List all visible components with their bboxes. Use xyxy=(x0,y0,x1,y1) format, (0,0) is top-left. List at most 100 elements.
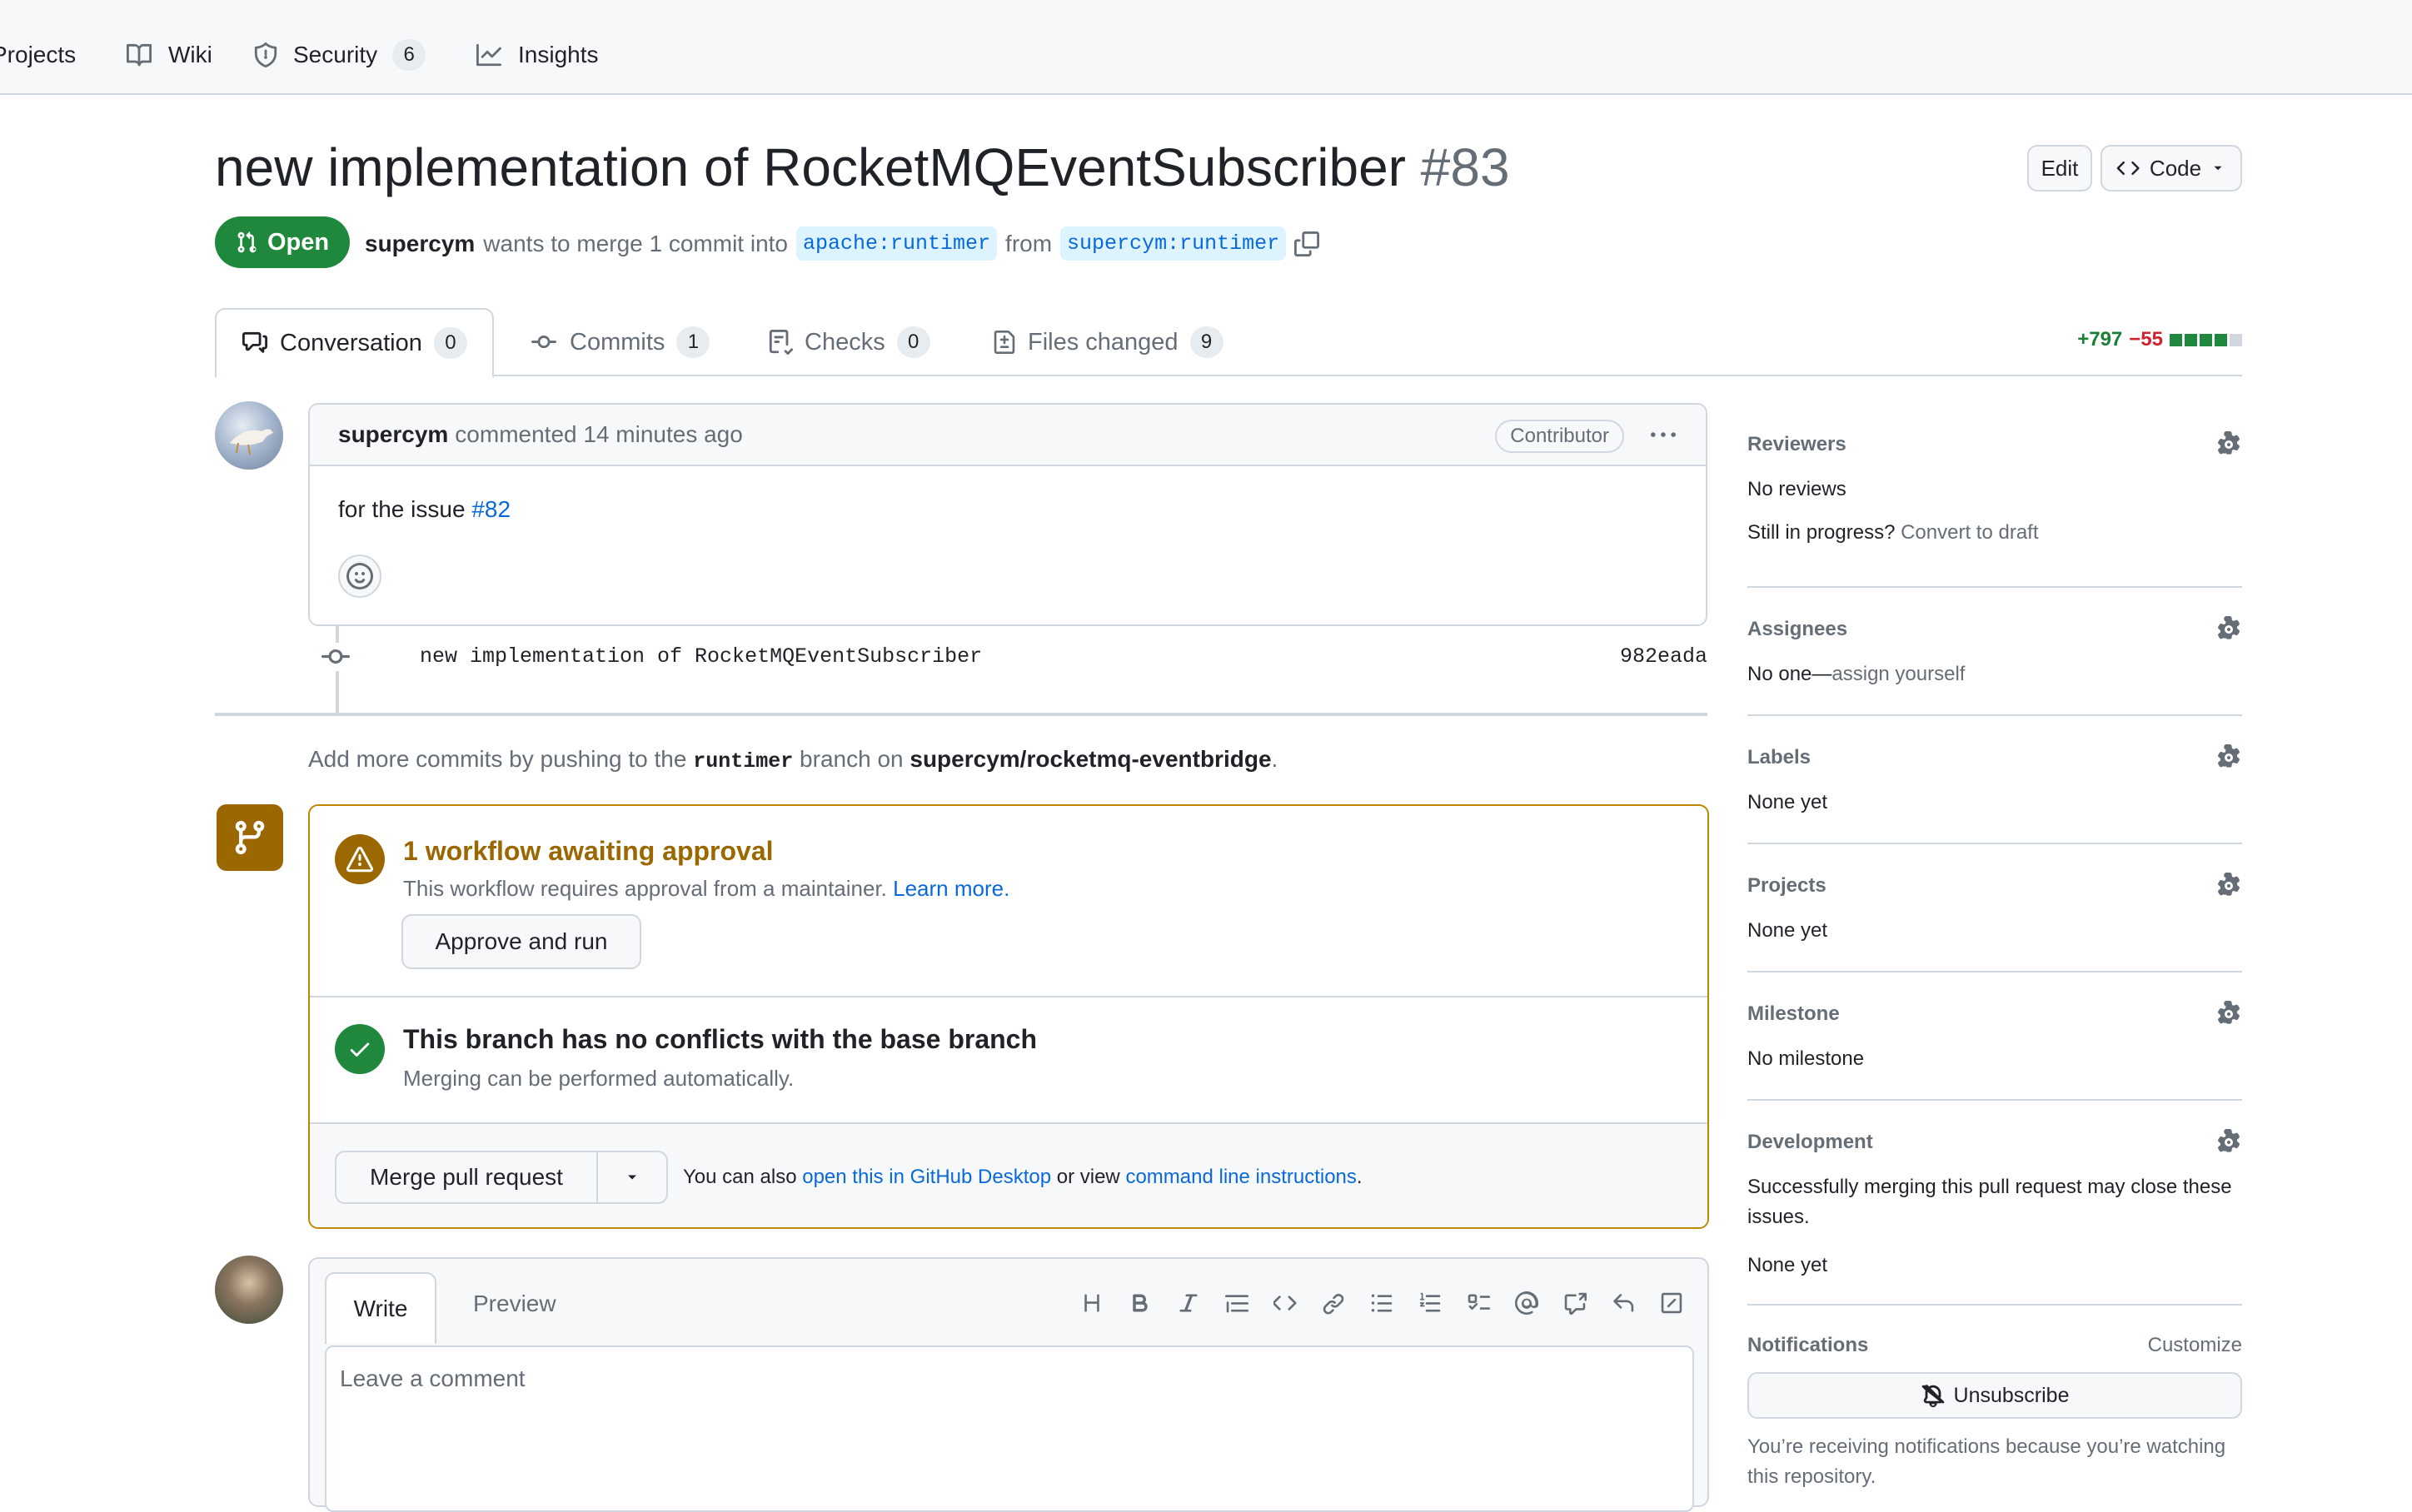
reply-icon[interactable] xyxy=(1607,1287,1639,1319)
avatar-supercym[interactable] xyxy=(215,401,283,470)
merge-pull-request-button[interactable]: Merge pull request xyxy=(336,1152,598,1202)
tab-files-count: 9 xyxy=(1189,326,1223,358)
milestone-value: No milestone xyxy=(1747,1047,1865,1070)
nav-insights[interactable]: Insights xyxy=(475,32,599,78)
comment-textarea[interactable]: Leave a comment xyxy=(325,1345,1694,1512)
ordered-list-icon[interactable] xyxy=(1414,1287,1446,1319)
approve-label: Approve and run xyxy=(435,928,608,954)
diffstat-block xyxy=(2215,333,2227,346)
pr-state-label: Open xyxy=(267,228,330,256)
tab-conversation[interactable]: Conversation 0 xyxy=(215,308,494,378)
merge-footer: Merge pull request You can also open thi… xyxy=(310,1122,1707,1227)
comment-author[interactable]: supercym xyxy=(338,421,448,448)
cli-instructions-link[interactable]: command line instructions xyxy=(1125,1166,1356,1188)
issue-link[interactable]: #82 xyxy=(471,496,511,522)
italic-icon[interactable] xyxy=(1173,1287,1204,1319)
bird-image xyxy=(230,429,273,455)
pr-state-badge: Open xyxy=(215,216,350,268)
diff-ignored-icon[interactable] xyxy=(1656,1287,1687,1319)
sidebar-reviewers: Reviewers No reviews Still in progress? … xyxy=(1747,431,2242,548)
copy-icon[interactable] xyxy=(1294,231,1320,256)
nav-security[interactable]: Security 6 xyxy=(253,32,426,78)
unordered-list-icon[interactable] xyxy=(1366,1287,1398,1319)
nav-projects-label: Projects xyxy=(0,42,77,67)
unsubscribe-label: Unsubscribe xyxy=(1953,1383,2070,1407)
comment-composer: Write Preview Leave a comment xyxy=(308,1257,1709,1512)
tab-write[interactable]: Write xyxy=(325,1272,436,1344)
smiley-icon xyxy=(346,563,373,589)
pull-request-icon xyxy=(236,231,259,254)
avatar-current-user[interactable] xyxy=(215,1256,283,1324)
workflow-sub-text: This workflow requires approval from a m… xyxy=(403,876,887,901)
workflow-sub: This workflow requires approval from a m… xyxy=(403,876,1009,902)
merge-button-group: Merge pull request xyxy=(335,1151,668,1204)
github-desktop-link[interactable]: open this in GitHub Desktop xyxy=(802,1166,1051,1188)
tab-commits[interactable]: Commits 1 xyxy=(530,308,710,376)
learn-more-link[interactable]: Learn more. xyxy=(893,876,1009,901)
from-text: from xyxy=(1005,230,1053,256)
tab-conversation-count: 0 xyxy=(433,327,467,359)
projects-heading[interactable]: Projects xyxy=(1747,874,1826,898)
diffstat-block xyxy=(2170,333,2182,346)
diffstat-bar xyxy=(2170,333,2242,346)
pr-tabs: Conversation 0 Commits 1 Checks 0 Files … xyxy=(215,308,2242,378)
gear-icon[interactable] xyxy=(2215,873,2242,899)
cross-reference-icon[interactable] xyxy=(1559,1287,1591,1319)
nav-wiki[interactable]: Wiki xyxy=(125,32,212,78)
gear-icon[interactable] xyxy=(2215,744,2242,771)
milestone-heading[interactable]: Milestone xyxy=(1747,1002,1840,1026)
customize-link[interactable]: Customize xyxy=(2148,1334,2242,1357)
tab-checks[interactable]: Checks 0 xyxy=(768,308,930,376)
gear-icon[interactable] xyxy=(2215,431,2242,458)
gear-icon[interactable] xyxy=(2215,1001,2242,1027)
tasklist-icon[interactable] xyxy=(1463,1287,1494,1319)
commit-sha[interactable]: 982eada xyxy=(1620,644,1707,669)
approve-and-run-button[interactable]: Approve and run xyxy=(401,914,641,969)
head-branch[interactable]: supercym:runtimer xyxy=(1060,226,1287,261)
code-button[interactable]: Code xyxy=(2101,145,2242,191)
development-value: None yet xyxy=(1747,1254,1828,1276)
tab-files-changed[interactable]: Files changed 9 xyxy=(993,308,1223,376)
convert-to-draft-link[interactable]: Convert to draft xyxy=(1901,521,2038,544)
checklist-icon xyxy=(768,329,793,356)
heading-icon[interactable] xyxy=(1076,1287,1108,1319)
comment-meta[interactable]: commented 14 minutes ago xyxy=(455,421,743,448)
alert-icon xyxy=(346,846,373,873)
bold-icon[interactable] xyxy=(1124,1287,1156,1319)
sidebar-development: Development Successfully merging this pu… xyxy=(1747,1129,2242,1281)
gear-icon[interactable] xyxy=(2215,616,2242,643)
nav-projects[interactable]: Projects xyxy=(0,32,76,78)
pr-author[interactable]: supercym xyxy=(365,231,475,257)
markdown-toolbar xyxy=(1076,1287,1687,1319)
kebab-horizontal-icon[interactable] xyxy=(1649,423,1677,448)
tab-files-label: Files changed xyxy=(1028,328,1179,356)
nav-security-label: Security xyxy=(293,42,378,67)
code-icon[interactable] xyxy=(1269,1287,1301,1319)
merge-method-dropdown[interactable] xyxy=(598,1152,666,1202)
check-icon xyxy=(347,1037,372,1062)
gear-icon[interactable] xyxy=(2215,1129,2242,1156)
edit-button[interactable]: Edit xyxy=(2027,145,2092,191)
unsubscribe-button[interactable]: Unsubscribe xyxy=(1747,1372,2242,1419)
tab-preview[interactable]: Preview xyxy=(473,1291,556,1317)
sidebar-divider xyxy=(1747,843,2242,844)
add-reaction-button[interactable] xyxy=(338,555,381,598)
tab-conversation-label: Conversation xyxy=(280,329,422,356)
assignees-value: No one—assign yourself xyxy=(1747,659,2242,689)
quote-icon[interactable] xyxy=(1221,1287,1253,1319)
link-icon[interactable] xyxy=(1318,1287,1349,1319)
reviewers-heading[interactable]: Reviewers xyxy=(1747,433,1846,456)
development-heading[interactable]: Development xyxy=(1747,1131,1873,1154)
assignees-heading[interactable]: Assignees xyxy=(1747,618,1847,641)
development-desc: Successfully merging this pull request m… xyxy=(1747,1176,2232,1228)
sidebar-notifications: Notifications Customize Unsubscribe You’r… xyxy=(1747,1334,2242,1492)
mention-icon[interactable] xyxy=(1511,1287,1542,1319)
base-branch[interactable]: apache:runtimer xyxy=(796,226,998,261)
commit-message[interactable]: new implementation of RocketMQEventSubsc… xyxy=(420,644,982,669)
lines-removed: −55 xyxy=(2129,328,2163,351)
assign-yourself-link[interactable]: assign yourself xyxy=(1831,663,1965,685)
security-count: 6 xyxy=(392,39,426,71)
labels-heading[interactable]: Labels xyxy=(1747,746,1811,769)
bell-slash-icon xyxy=(1921,1383,1946,1408)
pr-meta: supercym wants to merge 1 commit into ap… xyxy=(365,226,1320,261)
